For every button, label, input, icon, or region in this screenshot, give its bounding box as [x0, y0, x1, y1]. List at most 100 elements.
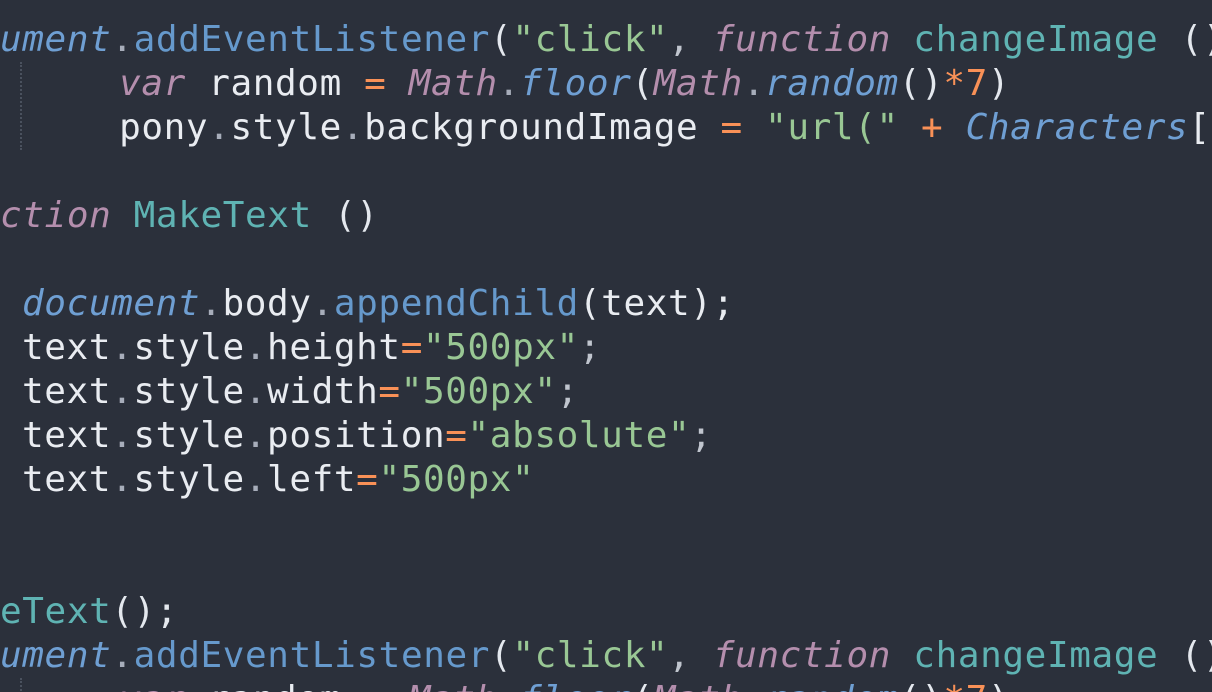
code-token: . — [200, 283, 223, 324]
code-token: ) — [987, 63, 1011, 104]
code-token: . — [244, 415, 268, 456]
code-token: . — [111, 415, 134, 456]
code-line[interactable]: var random = Math.floor(Math.random()*7) — [0, 62, 1212, 106]
code-line[interactable]: text.style.width="500px"; — [0, 370, 1212, 414]
code-line[interactable]: ument.addEventListener("click", function… — [0, 634, 1212, 678]
code-token: 7 — [966, 679, 988, 692]
code-line[interactable]: text.style.position="absolute"; — [0, 414, 1212, 458]
code-token: ( — [490, 635, 513, 676]
code-line[interactable]: eText(); — [0, 590, 1212, 634]
code-token: ; — [556, 371, 579, 412]
code-line[interactable] — [0, 150, 1212, 194]
code-token: . — [743, 679, 765, 692]
code-token: ction — [0, 195, 112, 236]
code-token: height — [267, 327, 401, 368]
code-line[interactable] — [0, 546, 1212, 590]
code-token: text — [22, 459, 112, 500]
code-token: . — [208, 107, 231, 148]
code-line[interactable]: var random = Math.floor(Math.random()*7) — [0, 678, 1212, 692]
code-token: Math — [408, 63, 498, 104]
code-line[interactable]: document.body.appendChild(text); — [0, 282, 1212, 326]
code-token: = — [400, 327, 423, 368]
code-line[interactable]: pony.style.backgroundImage = "url(" + Ch… — [0, 106, 1212, 150]
code-token: . — [341, 107, 365, 148]
code-token: . — [111, 327, 134, 368]
code-token: function — [712, 19, 892, 60]
code-token: . — [497, 63, 521, 104]
code-token: document — [22, 283, 201, 324]
code-token: = — [356, 459, 379, 500]
code-token: style — [133, 459, 245, 500]
code-token: * — [943, 679, 965, 692]
code-token: style — [230, 107, 342, 148]
code-token: random — [185, 63, 365, 104]
code-token: function — [712, 635, 892, 676]
code-line[interactable]: text.style.height="500px"; — [0, 326, 1212, 370]
code-line[interactable]: text.style.left="500px" — [0, 458, 1212, 502]
code-token: ) — [988, 679, 1010, 692]
code-token: (){ — [1180, 19, 1212, 60]
code-line[interactable]: ction MakeText () — [0, 194, 1212, 238]
code-token: ument — [0, 635, 112, 676]
code-token: = — [364, 679, 386, 692]
code-token: ; — [690, 415, 713, 456]
code-token: MakeText — [133, 195, 312, 236]
code-token: random — [765, 63, 899, 104]
code-token: (){ — [1180, 635, 1212, 676]
code-token: "url(" — [765, 107, 899, 148]
code-token: ument — [0, 19, 112, 60]
code-token: ( — [631, 63, 654, 104]
code-token: random — [186, 679, 364, 692]
code-token: . — [244, 371, 268, 412]
code-editor[interactable]: ument.addEventListener("click", function… — [0, 0, 1212, 692]
code-token: = — [364, 63, 387, 104]
code-token: () — [898, 63, 944, 104]
code-token: "click" — [512, 19, 669, 60]
code-token: . — [742, 63, 766, 104]
code-token: () — [311, 195, 379, 236]
code-token: "500px" — [400, 371, 557, 412]
code-token: . — [111, 19, 134, 60]
code-token: "500px" — [422, 327, 579, 368]
code-token: . — [244, 327, 268, 368]
code-token: 7 — [965, 63, 988, 104]
code-token: backgroundImage — [364, 107, 721, 148]
code-token: . — [311, 283, 334, 324]
code-token: = — [445, 415, 468, 456]
code-token: , — [668, 635, 713, 676]
code-token: changeImage — [913, 19, 1159, 60]
code-token: changeImage — [913, 635, 1159, 676]
code-token: (text); — [578, 283, 735, 324]
code-token: Math — [653, 63, 743, 104]
code-token: . — [111, 459, 134, 500]
code-token: ( — [490, 19, 513, 60]
code-token: = — [378, 371, 401, 412]
code-line[interactable] — [0, 238, 1212, 282]
code-token: . — [244, 459, 268, 500]
code-token: Characters — [965, 107, 1189, 148]
code-token: , — [668, 19, 713, 60]
code-token: ; — [578, 327, 602, 368]
code-line[interactable]: ument.addEventListener("click", function… — [0, 18, 1212, 62]
code-token: "click" — [512, 635, 669, 676]
code-token: var — [119, 679, 186, 692]
code-token: [ra — [1188, 107, 1212, 148]
code-token: pony — [119, 107, 209, 148]
code-line[interactable] — [0, 502, 1212, 546]
code-token: text — [22, 415, 112, 456]
code-token: ( — [631, 679, 653, 692]
code-token: width — [267, 371, 379, 412]
code-token: . — [111, 635, 134, 676]
code-token: text — [22, 371, 112, 412]
code-token: () — [899, 679, 944, 692]
